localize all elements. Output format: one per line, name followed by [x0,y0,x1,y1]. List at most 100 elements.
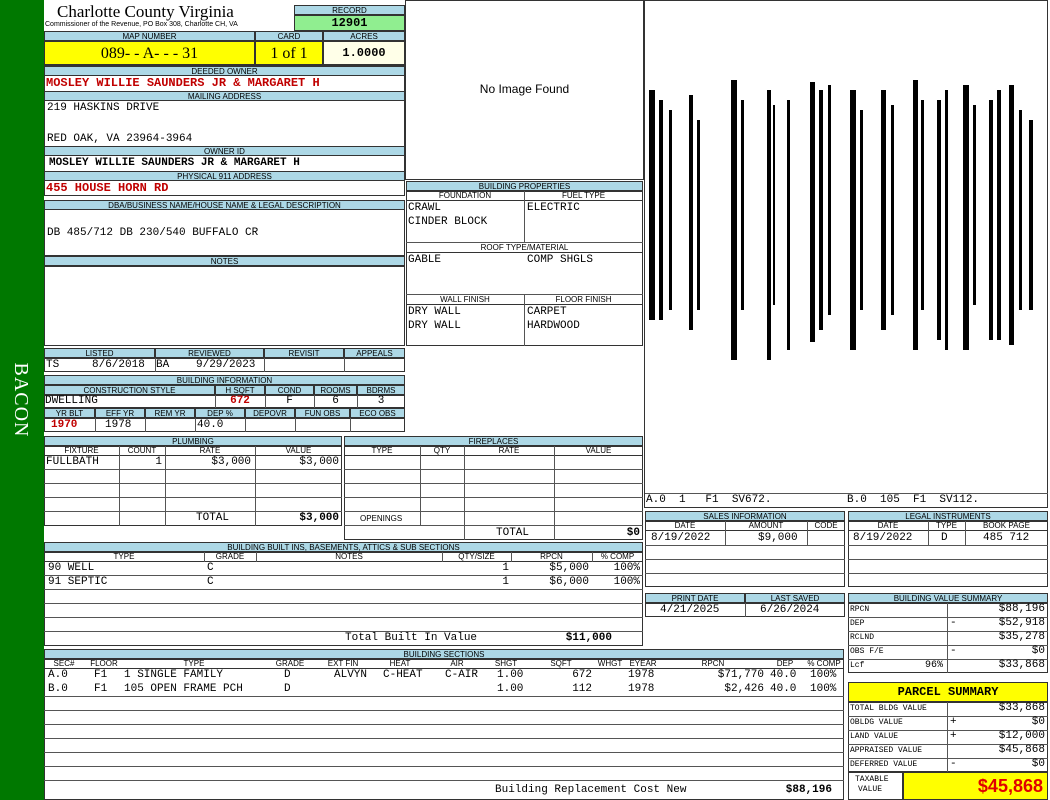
sec-2-grade: D [284,683,291,695]
remyr-label: REM YR [145,408,195,418]
print-date: 4/21/2025 [660,604,720,616]
sketch-label-a: A.0 1 F1 SV672. [646,494,772,506]
sec-h-comp: % COMP [804,659,844,669]
sec-1-dep: 40.0 [770,669,797,681]
condition: F [286,395,293,407]
sec-h-rpcn: RPCN [660,659,766,669]
plumbing-h-rate: RATE [165,446,255,456]
pl-rule [44,497,342,498]
ps-appraised-label: APPRAISED VALUE [850,746,923,755]
ps-obldg: $0 [1031,716,1045,728]
sec-1-air: C-AIR [445,669,479,681]
fireplaces-h-rate: RATE [464,446,554,456]
builtin-type-2: 91 SEPTIC [48,576,108,588]
listed-div [344,358,345,372]
reviewed-date: 9/29/2023 [196,359,256,371]
sec-h-air: AIR [430,659,484,669]
bi-h-notes: NOTES [256,552,442,562]
built-ins-title: BUILDING BUILT INS, BASEMENTS, ATTICS & … [44,542,643,552]
plumbing-value: $3,000 [299,456,339,468]
sec-1-grade: D [284,669,291,681]
sketch-label-b: B.0 105 F1 SV112. [847,494,980,506]
sec-1-sqft: 672 [572,669,592,681]
sales-div [725,521,726,545]
vs-rpcn-label: RPCN [850,605,870,614]
plumbing-total: $3,000 [299,512,339,524]
revisit-label: REVISIT [264,348,344,358]
cond-label: COND [265,385,314,395]
notes-label: NOTES [44,256,405,266]
sales-div [807,521,808,545]
foundation-2: CINDER BLOCK [408,216,488,228]
ps-bldg: $33,868 [998,702,1045,714]
bi-div [145,418,146,432]
bi-div [350,418,351,432]
bi-div [195,418,196,432]
bi-h-comp: % COMP [592,552,643,562]
listed-by: TS [46,359,60,371]
photo-placeholder: No Image Found [479,82,570,96]
sec-1-shgt: 1.00 [497,669,524,681]
building-sketch [649,80,1033,360]
sec-h-sqft: SQFT [528,659,594,669]
plumbing-fixture: FULLBATH [46,456,99,468]
plumbing-rate: $3,000 [211,456,251,468]
fp-rule [344,511,643,512]
bi-div [245,418,246,432]
owner-id-label: OWNER ID [44,146,405,156]
sec-rule [44,724,844,725]
builtin-grade-2: C [207,576,214,588]
sec-h-grade: GRADE [264,659,316,669]
plumbing-title: PLUMBING [44,436,342,446]
fp-rule [344,525,643,526]
mailing-address-line1: 219 HASKINS DRIVE [47,102,160,114]
replacement-cost: $88,196 [785,784,832,796]
dep-label: DEP % [195,408,245,418]
ps-land-label: LAND VALUE [850,732,899,741]
vs-rpcn: $88,196 [998,603,1045,615]
sec-2-shgt: 1.00 [497,683,524,695]
sec-1-rpcn: $71,770 [717,669,764,681]
li-date: 8/19/2022 [853,532,913,544]
bi-h-rpcn: RPCN [511,552,592,562]
effyr-label: EFF YR [95,408,145,418]
fireplaces-h-qty: QTY [420,446,464,456]
floor-finish-label: FLOOR FINISH [524,295,643,305]
li-div [965,521,966,545]
sec-1-type: 1 SINGLE FAMILY [124,669,224,681]
bi-h-grade: GRADE [204,552,256,562]
physical-address-label: PHYSICAL 911 ADDRESS [44,171,405,181]
li-div [928,521,929,545]
builtin-rpcn-2: $6,000 [549,576,589,588]
reviewed-by: BA [156,359,170,371]
appeals-label: APPEALS [344,348,405,358]
sec-1-sec: A.0 [48,669,68,681]
wall-finish-label: WALL FINISH [406,295,524,305]
ps-bldg-label: TOTAL BLDG VALUE [850,704,927,713]
bi-h-qty: QTY/SIZE [442,552,511,562]
plumbing-count: 1 [155,456,162,468]
ps-obldg-label: OBLDG VALUE [850,718,903,727]
sec-h-floor: FLOOR [84,659,124,669]
sec-h-heat: HEAT [370,659,430,669]
sales-title: SALES INFORMATION [645,511,845,521]
builtin-type-1: 90 WELL [48,562,95,574]
fuel-type: ELECTRIC [527,202,580,214]
ps-land: $12,000 [998,730,1045,742]
taxable-label-1: TAXABLE [855,775,889,784]
vs-lcf: $33,868 [998,659,1045,671]
vs-obs-label: OBS F/E [850,647,884,656]
district-label: BACON [10,362,32,438]
sec-2-type: 105 OPEN FRAME PCH [124,683,243,695]
pl-rule [44,483,342,484]
bin-div [204,552,205,562]
foundation-1: CRAWL [408,202,442,214]
sec-2-floor: F1 [94,683,108,695]
sec-1-heat: C-HEAT [383,669,423,681]
vs-dep: $52,918 [998,617,1045,629]
sec-h-whgt: WHGT [594,659,626,669]
legal-description: DB 485/712 DB 230/540 BUFFALO CR [47,227,259,239]
print-date-label: PRINT DATE [645,593,745,603]
bp-divider [524,191,525,242]
builtin-total-label: Total Built In Value [345,632,478,644]
